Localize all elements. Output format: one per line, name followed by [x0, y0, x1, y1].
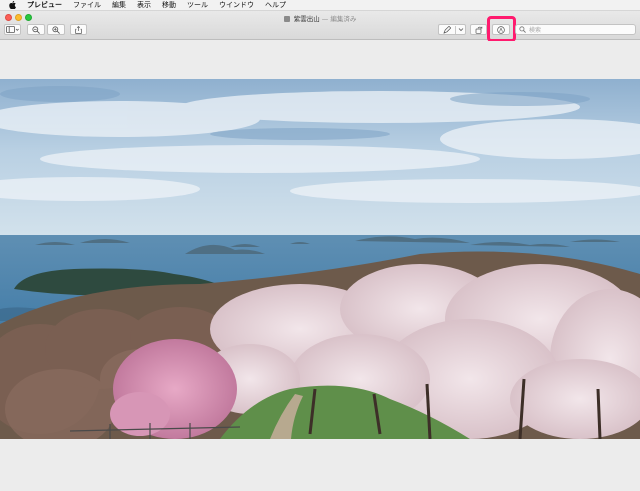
document-icon: [283, 15, 290, 22]
zoom-out-button[interactable]: [27, 24, 45, 35]
zoom-in-icon: [52, 25, 60, 34]
rotate-button[interactable]: [470, 24, 487, 35]
document-canvas[interactable]: [0, 41, 640, 478]
menu-go[interactable]: 移動: [162, 0, 176, 10]
window-title: 紫雲出山 — 編集済み: [0, 13, 640, 23]
menu-tools[interactable]: ツール: [187, 0, 208, 10]
highlight-frame: [487, 16, 516, 42]
pen-icon: [443, 25, 451, 34]
chevron-down-icon[interactable]: [458, 27, 464, 32]
menu-file[interactable]: ファイル: [73, 0, 101, 10]
search-field[interactable]: 検索: [515, 24, 636, 35]
dropdown-divider: [455, 26, 456, 34]
menu-preview[interactable]: プレビュー: [27, 0, 62, 10]
title-separator: —: [321, 15, 329, 23]
search-placeholder: 検索: [529, 27, 542, 34]
search-icon: [519, 26, 526, 33]
menu-view[interactable]: 表示: [137, 0, 151, 10]
menu-window[interactable]: ウインドウ: [219, 0, 254, 10]
menu-help[interactable]: ヘルプ: [265, 0, 286, 10]
markup-pen-button[interactable]: [438, 24, 466, 35]
apple-icon[interactable]: [8, 1, 17, 10]
canvas-bottom-margin: [0, 478, 640, 491]
menu-bar: プレビュー ファイル 編集 表示 移動 ツール ウインドウ ヘルプ: [0, 0, 640, 11]
sidebar-toggle-button[interactable]: [4, 24, 21, 35]
zoom-in-button[interactable]: [47, 24, 65, 35]
zoom-out-icon: [32, 25, 40, 34]
sidebar-icon: [6, 26, 19, 33]
share-icon: [75, 25, 82, 34]
menu-edit[interactable]: 編集: [112, 0, 126, 10]
document-name: 紫雲出山: [293, 15, 320, 23]
edited-status: 編集済み: [330, 15, 357, 23]
rotate-icon: [475, 26, 483, 34]
landscape-photo: [0, 79, 640, 439]
share-button[interactable]: [70, 24, 87, 35]
